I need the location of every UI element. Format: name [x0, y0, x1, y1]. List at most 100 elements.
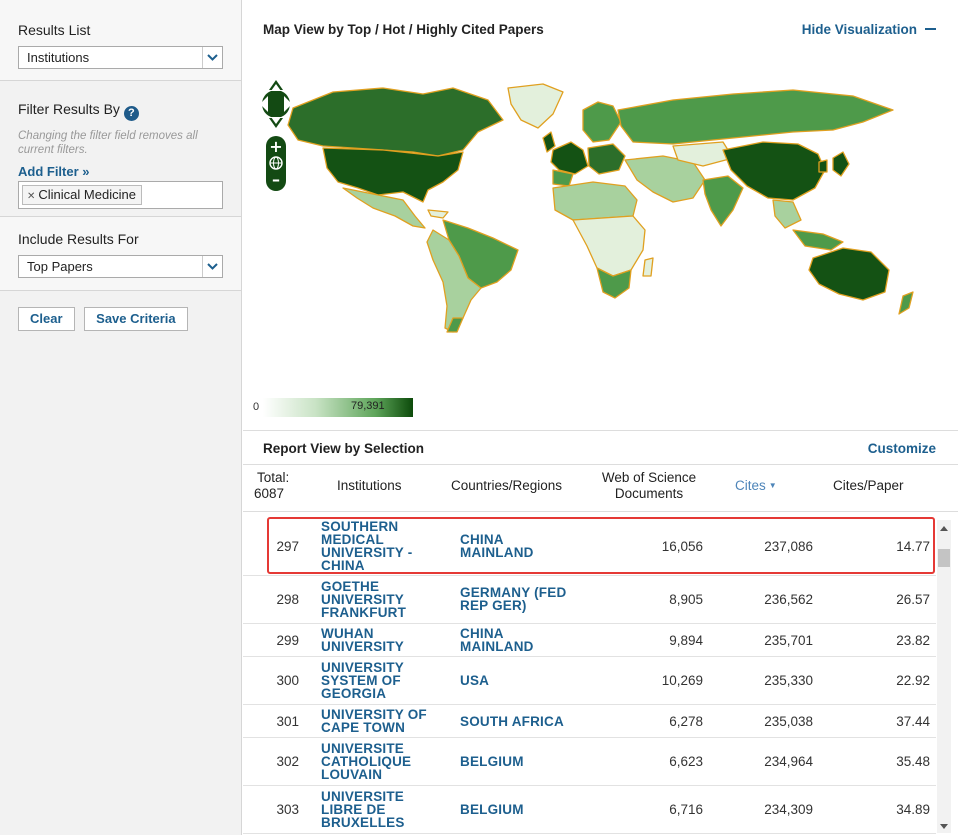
row-institution[interactable]: GOETHE UNIVERSITY FRANKFURT — [321, 580, 439, 620]
row-institution[interactable]: WUHAN UNIVERSITY — [321, 627, 439, 654]
clear-button[interactable]: Clear — [18, 307, 75, 331]
report-divider — [243, 430, 958, 431]
map-region-uk — [542, 131, 556, 153]
save-criteria-button[interactable]: Save Criteria — [84, 307, 188, 331]
col-cites-per-paper[interactable]: Cites/Paper — [833, 478, 904, 494]
include-value: Top Papers — [27, 259, 93, 274]
row-institution[interactable]: UNIVERSITE LIBRE DE BRUXELLES — [321, 790, 439, 830]
col-docs[interactable]: Web of Science Documents — [593, 470, 705, 502]
col-countries[interactable]: Countries/Regions — [451, 478, 562, 494]
scroll-up-icon[interactable] — [940, 526, 948, 531]
row-cites: 235,330 — [764, 673, 813, 688]
row-cites-per-paper: 35.48 — [896, 754, 930, 769]
table-row[interactable]: 299 WUHAN UNIVERSITY CHINA MAINLAND 9,89… — [243, 624, 936, 657]
total-label: Total: — [257, 470, 290, 485]
row-cites: 234,309 — [764, 802, 813, 817]
row-docs: 6,278 — [669, 714, 703, 729]
highlight-box — [267, 517, 935, 574]
row-country[interactable]: SOUTH AFRICA — [460, 715, 580, 729]
row-institution[interactable]: UNIVERSITE CATHOLIQUE LOUVAIN — [321, 742, 439, 782]
row-cites-per-paper: 23.82 — [896, 633, 930, 648]
include-title: Include Results For — [18, 231, 139, 247]
row-docs: 6,716 — [669, 802, 703, 817]
table-row[interactable]: 303 UNIVERSITE LIBRE DE BRUXELLES BELGIU… — [243, 786, 936, 834]
row-cites: 235,701 — [764, 633, 813, 648]
filter-input[interactable]: ✕ Clinical Medicine — [18, 181, 223, 209]
remove-icon[interactable]: ✕ — [27, 191, 35, 202]
include-select[interactable]: Top Papers — [18, 255, 223, 278]
hide-visualization-label: Hide Visualization — [801, 22, 917, 37]
row-country[interactable]: GERMANY (FED REP GER) — [460, 586, 580, 613]
filter-chip[interactable]: ✕ Clinical Medicine — [22, 185, 142, 205]
map-region-new-zealand — [898, 291, 914, 315]
results-list-section: Results List Institutions — [0, 0, 241, 81]
map-region-canada — [287, 87, 504, 157]
total-value: 6087 — [254, 486, 285, 501]
chevron-down-icon[interactable] — [202, 256, 222, 277]
row-cites-per-paper: 34.89 — [896, 802, 930, 817]
row-docs: 10,269 — [661, 673, 703, 688]
map-region-africa-central — [572, 215, 646, 277]
hide-visualization-link[interactable]: Hide Visualization — [802, 22, 936, 37]
legend-min: 0 — [253, 401, 260, 413]
results-list-select[interactable]: Institutions — [18, 46, 223, 69]
sort-desc-icon: ▼ — [768, 481, 777, 490]
legend-gradient — [263, 398, 413, 417]
row-country[interactable]: BELGIUM — [460, 755, 580, 769]
results-list-value: Institutions — [27, 50, 90, 65]
map-region-japan — [832, 151, 850, 177]
map-region-australia — [808, 247, 890, 301]
map-region-europe-west — [550, 141, 589, 175]
row-country[interactable]: CHINA MAINLAND — [460, 627, 580, 654]
row-institution[interactable]: UNIVERSITY SYSTEM OF GEORGIA — [321, 661, 439, 701]
table-header: Total: 6087 Institutions Countries/Regio… — [243, 464, 958, 512]
row-cites-per-paper: 26.57 — [896, 592, 930, 607]
row-country[interactable]: USA — [460, 674, 580, 688]
results-list-title: Results List — [18, 22, 91, 38]
scroll-thumb[interactable] — [938, 549, 950, 567]
world-map[interactable] — [253, 70, 943, 340]
row-rank: 300 — [276, 673, 299, 688]
col-cites-label: Cites — [735, 478, 766, 493]
row-cites-per-paper: 22.92 — [896, 673, 930, 688]
sidebar: Results List Institutions Filter Results… — [0, 0, 242, 835]
minus-icon — [925, 28, 936, 30]
row-rank: 299 — [276, 633, 299, 648]
sidebar-buttons: Clear Save Criteria — [0, 291, 241, 347]
main-panel: Map View by Top / Hot / Highly Cited Pap… — [243, 0, 958, 835]
filter-chip-label: Clinical Medicine — [38, 187, 136, 202]
table-row[interactable]: 300 UNIVERSITY SYSTEM OF GEORGIA USA 10,… — [243, 657, 936, 705]
include-section: Include Results For Top Papers — [0, 217, 241, 291]
row-rank: 298 — [276, 592, 299, 607]
row-cites: 236,562 — [764, 592, 813, 607]
help-icon[interactable]: ? — [123, 106, 139, 121]
col-institutions[interactable]: Institutions — [337, 478, 402, 494]
map-region-usa — [322, 147, 464, 203]
table-scrollbar[interactable] — [937, 520, 951, 833]
filter-section: Filter Results By? Changing the filter f… — [0, 81, 241, 217]
add-filter-link[interactable]: Add Filter » — [18, 164, 90, 179]
map-region-india — [702, 175, 744, 227]
map-region-russia — [617, 89, 894, 145]
filter-hint: Changing the filter field removes all cu… — [18, 130, 198, 156]
row-cites-per-paper: 37.44 — [896, 714, 930, 729]
row-docs: 8,905 — [669, 592, 703, 607]
customize-link[interactable]: Customize — [868, 441, 936, 456]
report-title: Report View by Selection — [263, 441, 425, 456]
map-header: Map View by Top / Hot / Highly Cited Pap… — [263, 22, 544, 37]
scroll-down-icon[interactable] — [940, 824, 948, 829]
row-institution[interactable]: UNIVERSITY OF CAPE TOWN — [321, 708, 439, 735]
row-docs: 6,623 — [669, 754, 703, 769]
row-rank: 302 — [276, 754, 299, 769]
filter-title: Filter Results By — [18, 101, 120, 117]
row-country[interactable]: BELGIUM — [460, 803, 580, 817]
chevron-down-icon[interactable] — [202, 47, 222, 68]
table-row[interactable]: 302 UNIVERSITE CATHOLIQUE LOUVAIN BELGIU… — [243, 738, 936, 786]
row-rank: 303 — [276, 802, 299, 817]
col-cites[interactable]: Cites ▼ — [735, 478, 777, 494]
table-row[interactable]: 298 GOETHE UNIVERSITY FRANKFURT GERMANY … — [243, 576, 936, 624]
map-region-greenland — [507, 83, 564, 129]
filter-title-row: Filter Results By? — [18, 101, 223, 121]
map-region-europe-north — [582, 101, 622, 143]
table-row[interactable]: 301 UNIVERSITY OF CAPE TOWN SOUTH AFRICA… — [243, 705, 936, 738]
